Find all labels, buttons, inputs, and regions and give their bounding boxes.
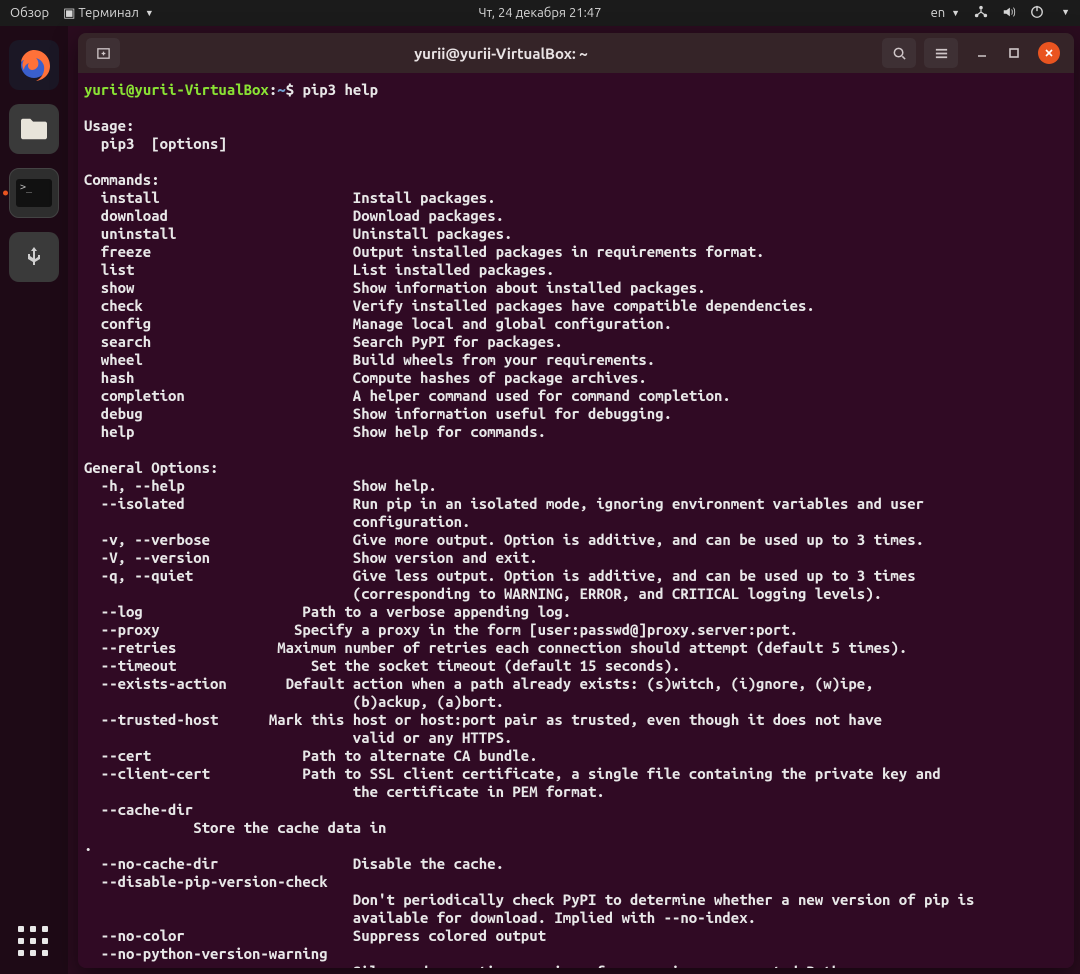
show-applications-button[interactable] — [16, 924, 52, 960]
files-launcher[interactable] — [9, 104, 59, 154]
chevron-down-icon: ▼ — [145, 8, 154, 18]
terminal-icon: ▣ — [63, 6, 75, 20]
minimize-button[interactable] — [974, 45, 990, 61]
terminal-launcher[interactable]: >_ — [9, 168, 59, 218]
terminal-content[interactable]: yurii@yurii-VirtualBox:~$ pip3 help Usag… — [78, 73, 1074, 968]
network-icon[interactable] — [974, 5, 988, 22]
volume-icon[interactable] — [1002, 5, 1016, 22]
window-title: yurii@yurii-VirtualBox: ~ — [128, 45, 874, 62]
close-button[interactable] — [1038, 42, 1060, 64]
running-indicator-icon — [3, 191, 8, 196]
search-button[interactable] — [882, 38, 916, 68]
firefox-launcher[interactable] — [9, 40, 59, 90]
window-titlebar: yurii@yurii-VirtualBox: ~ — [78, 33, 1074, 73]
terminal-window: yurii@yurii-VirtualBox: ~ yurii@yurii-Vi… — [78, 33, 1074, 968]
power-icon[interactable] — [1030, 5, 1044, 22]
chevron-down-icon: ▼ — [1061, 7, 1070, 17]
keyboard-layout-indicator[interactable]: en ▼ — [931, 6, 961, 20]
hamburger-menu-button[interactable] — [924, 38, 958, 68]
activities-button[interactable]: Обзор — [10, 6, 49, 20]
gnome-topbar: Обзор ▣ Терминал ▼ Чт, 24 декабря 21:47 … — [0, 0, 1080, 26]
launcher-dock: >_ — [0, 26, 68, 974]
chevron-down-icon: ▼ — [951, 8, 960, 18]
app-menu[interactable]: ▣ Терминал ▼ — [63, 6, 154, 21]
clock[interactable]: Чт, 24 декабря 21:47 — [479, 6, 602, 20]
new-tab-button[interactable] — [86, 38, 120, 68]
usb-drive-launcher[interactable] — [9, 232, 59, 282]
maximize-button[interactable] — [1006, 45, 1022, 61]
